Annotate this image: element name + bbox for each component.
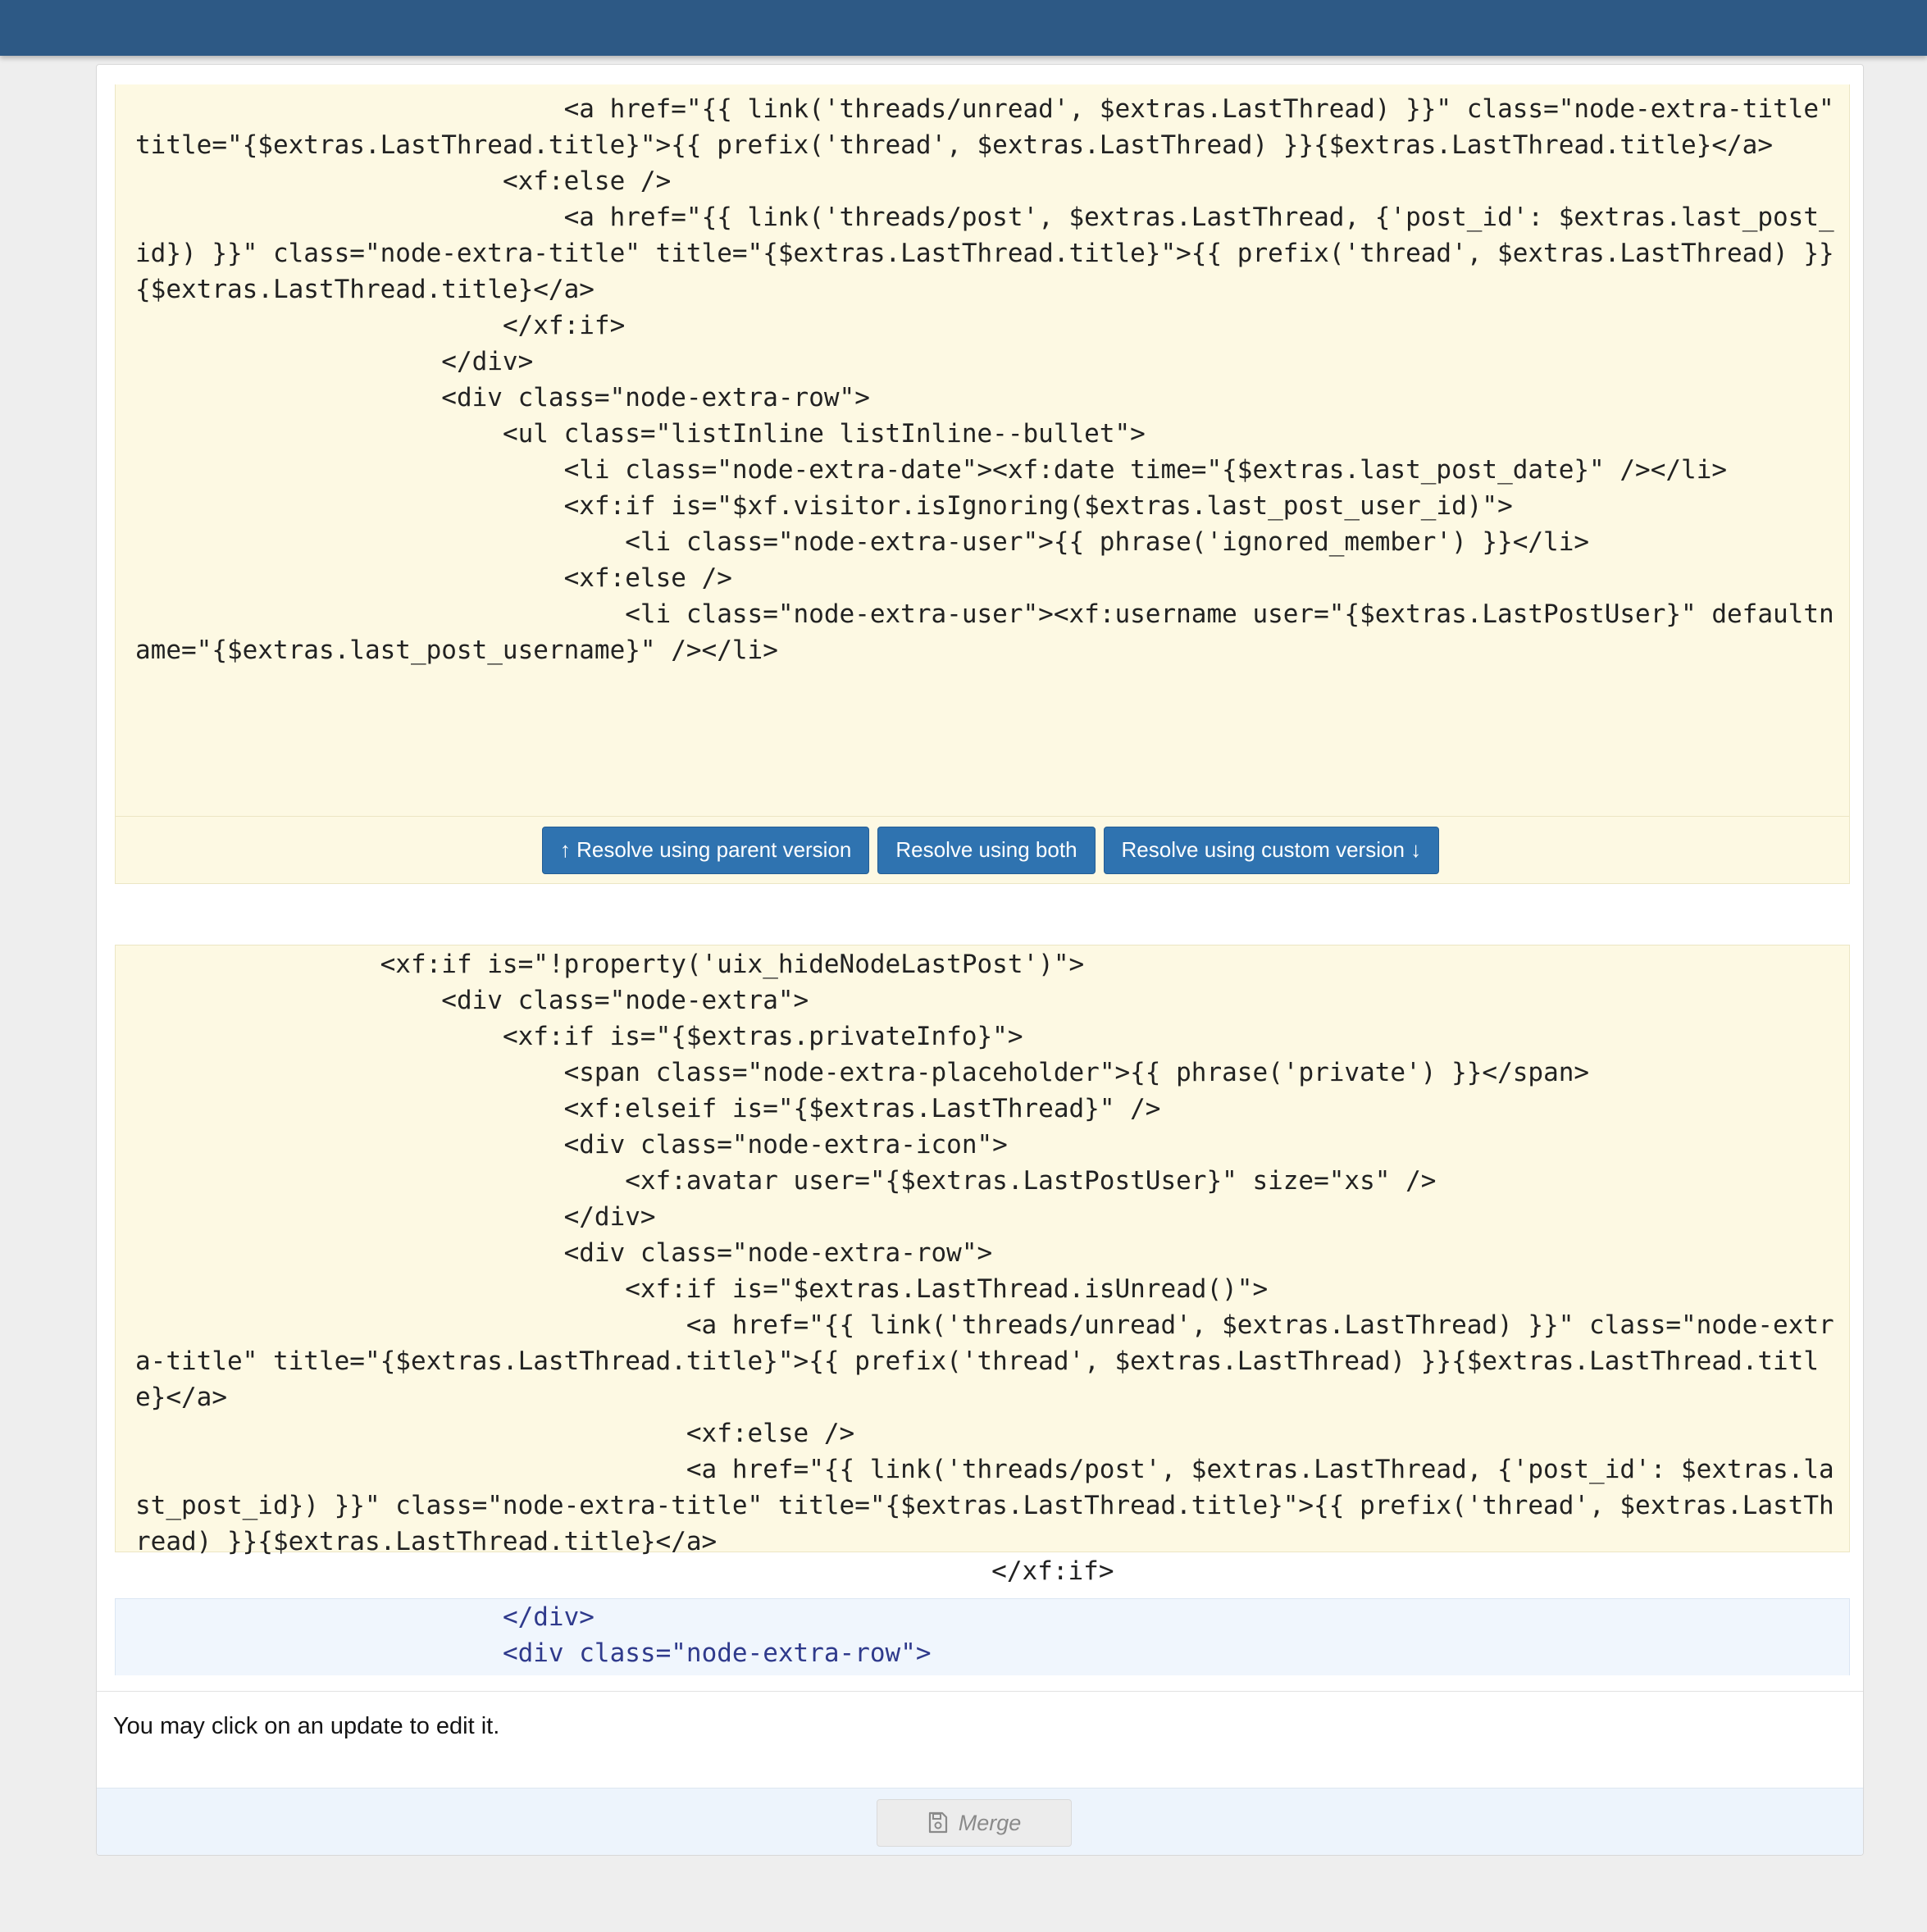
unchanged-code-line: </xf:if> bbox=[134, 1556, 1114, 1586]
code-line: <a href="{{ link('threads/unread', $extr… bbox=[135, 94, 1850, 160]
code-line: </xf:if> bbox=[135, 311, 626, 340]
merge-button-label: Merge bbox=[958, 1810, 1022, 1835]
resolve-custom-button[interactable]: Resolve using custom version ↓ bbox=[1103, 826, 1440, 874]
divider bbox=[97, 1691, 1863, 1692]
code-line: <ul class="listInline listInline--bullet… bbox=[135, 1671, 1849, 1675]
code-line: <div class="node-extra-row"> bbox=[135, 1638, 932, 1668]
code-line: <a href="{{ link('threads/post', $extras… bbox=[135, 1455, 1834, 1556]
code-line: <xf:else /> bbox=[135, 563, 732, 593]
code-line: </div> bbox=[135, 1602, 594, 1632]
code-line: <xf:if is="{$extras.privateInfo}"> bbox=[135, 1022, 1023, 1051]
code-line: </div> bbox=[135, 347, 534, 376]
conflict-parent-block[interactable]: <a href="{{ link('threads/unread', $extr… bbox=[115, 84, 1850, 816]
form-footer: Merge bbox=[97, 1788, 1863, 1855]
code-line: <li class="node-extra-date"><xf:date tim… bbox=[135, 455, 1728, 485]
conflict-resolve-bar: ↑ Resolve using parent version Resolve u… bbox=[115, 816, 1850, 884]
merge-diff-area[interactable]: <a href="{{ link('threads/unread', $extr… bbox=[115, 84, 1850, 1675]
merge-panel: <a href="{{ link('threads/unread', $extr… bbox=[96, 64, 1864, 1856]
edit-hint-text: You may click on an update to edit it. bbox=[113, 1713, 500, 1739]
code-line: <xf:if is="$extras.LastThread.isUnread()… bbox=[135, 1274, 1269, 1304]
code-line: <xf:elseif is="{$extras.LastThread}" /> bbox=[135, 1094, 1161, 1123]
code-line: <div class="node-extra-icon"> bbox=[135, 1130, 1008, 1160]
code-line: <a href="{{ link('threads/post', $extras… bbox=[135, 203, 1834, 304]
code-line: <xf:if is="$xf.visitor.isIgnoring($extra… bbox=[135, 491, 1513, 521]
code-line: <xf:else /> bbox=[135, 1419, 855, 1448]
save-icon bbox=[928, 1811, 947, 1834]
code-line: <xf:if is="!property('uix_hideNodeLastPo… bbox=[135, 950, 1085, 979]
conflict-custom-block[interactable]: <xf:if is="!property('uix_hideNodeLastPo… bbox=[115, 945, 1850, 1556]
code-line: <xf:else /> bbox=[135, 166, 672, 196]
merge-button[interactable]: Merge bbox=[877, 1799, 1072, 1847]
code-line: <a href="{{ link('threads/unread', $extr… bbox=[135, 1310, 1834, 1412]
code-line: <li class="node-extra-user">{{ phrase('i… bbox=[135, 527, 1590, 557]
resolve-parent-button[interactable]: ↑ Resolve using parent version bbox=[541, 826, 870, 874]
code-line: </div> bbox=[135, 1202, 656, 1232]
code-line: <div class="node-extra"> bbox=[135, 986, 809, 1015]
resolve-both-button[interactable]: Resolve using both bbox=[877, 826, 1096, 874]
code-line: <li class="node-extra-user"><xf:username… bbox=[135, 599, 1834, 665]
code-line: <ul class="listInline listInline--bullet… bbox=[135, 419, 1146, 449]
code-line: <div class="node-extra-row"> bbox=[135, 1238, 993, 1268]
top-navigation-bar bbox=[0, 0, 1927, 56]
added-code-block[interactable]: </div> <div class="node-extra-row"> <ul … bbox=[115, 1598, 1850, 1675]
code-line: <span class="node-extra-placeholder">{{ … bbox=[135, 1058, 1590, 1087]
code-line: <div class="node-extra-row"> bbox=[135, 383, 870, 412]
code-line: <xf:avatar user="{$extras.LastPostUser}"… bbox=[135, 1166, 1437, 1196]
